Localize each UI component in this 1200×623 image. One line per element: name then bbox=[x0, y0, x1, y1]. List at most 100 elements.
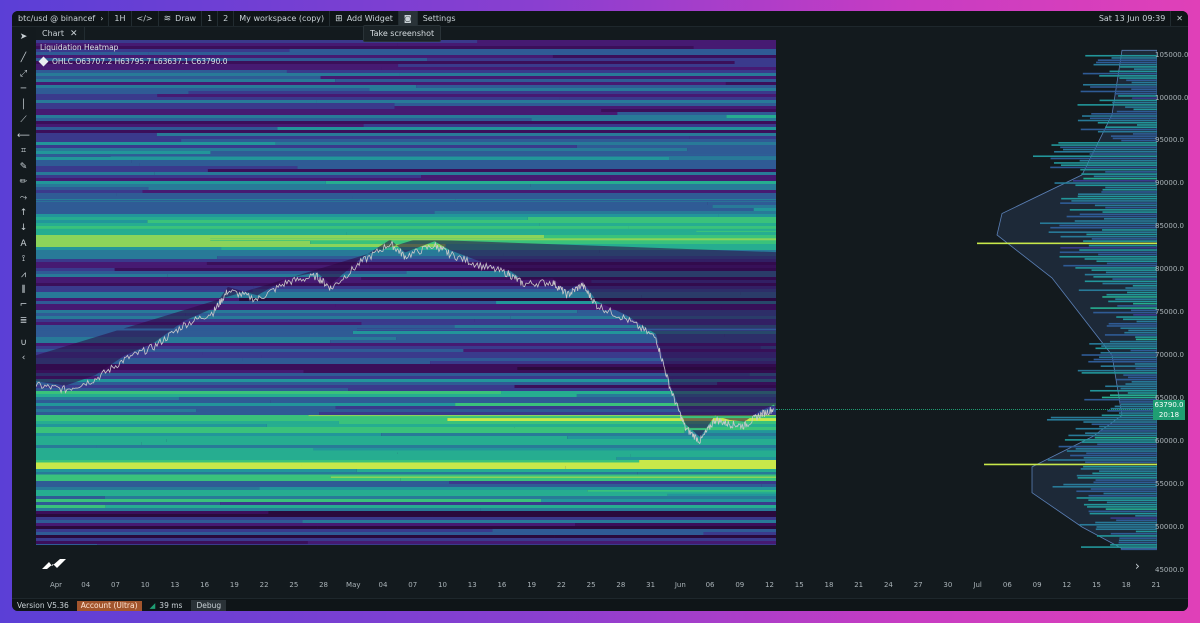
heat-band bbox=[36, 319, 475, 322]
profile-bar bbox=[1060, 235, 1157, 238]
time-tick: Apr bbox=[49, 581, 63, 589]
account-badge[interactable]: Account (Ultra) bbox=[76, 600, 142, 611]
horizontal-line-icon[interactable]: ─ bbox=[17, 82, 30, 95]
layers-icon: ≋ bbox=[163, 13, 172, 24]
fib-icon[interactable]: ⫼ bbox=[17, 283, 30, 296]
profile-bar bbox=[1097, 130, 1157, 133]
arrow-up-icon[interactable]: ↑ bbox=[17, 206, 30, 219]
time-tick: 10 bbox=[438, 581, 447, 589]
layout-2-button[interactable]: 2 bbox=[218, 11, 235, 26]
profile-bar bbox=[1079, 159, 1157, 162]
heat-band bbox=[36, 52, 149, 55]
price-axis[interactable]: 105000.0 100000.0 95000.0 90000.0 85000.0 800… bbox=[1152, 35, 1188, 575]
chevron-right-icon[interactable]: › bbox=[1135, 559, 1140, 573]
profile-bar bbox=[1054, 182, 1157, 184]
profile-bar bbox=[1103, 217, 1157, 220]
tab-chart[interactable]: Chart ✕ bbox=[36, 27, 85, 40]
trendline-icon[interactable]: ╱ bbox=[17, 51, 30, 64]
workspace-selector[interactable]: My workspace (copy) bbox=[234, 11, 331, 26]
heat-band bbox=[36, 505, 106, 508]
profile-bar bbox=[1076, 474, 1157, 477]
heat-band bbox=[36, 217, 528, 220]
heat-band bbox=[220, 502, 776, 505]
rectangle-icon[interactable]: ⌗ bbox=[17, 144, 30, 157]
measure-icon[interactable]: ⟟ bbox=[17, 252, 30, 265]
profile-bar bbox=[1097, 121, 1157, 124]
profile-bar bbox=[1053, 162, 1157, 164]
heat-band bbox=[188, 91, 776, 94]
vertical-line-icon[interactable]: │ bbox=[17, 98, 30, 111]
heat-band bbox=[480, 508, 776, 511]
code-icon[interactable]: </> bbox=[132, 11, 159, 26]
timeframe-button[interactable]: 1H bbox=[109, 11, 132, 26]
settings-button[interactable]: Settings bbox=[418, 11, 461, 26]
profile-bar bbox=[1059, 224, 1157, 227]
path-icon[interactable]: ⤳ bbox=[17, 191, 30, 204]
heat-band bbox=[36, 268, 115, 271]
profile-bar bbox=[1105, 385, 1157, 388]
pencil-icon[interactable]: ✏ bbox=[17, 175, 30, 188]
arrow-down-icon[interactable]: ↓ bbox=[17, 221, 30, 234]
heat-band bbox=[36, 532, 704, 535]
text-icon[interactable]: A bbox=[17, 237, 30, 250]
profile-bar bbox=[1069, 209, 1157, 211]
heat-band bbox=[36, 535, 555, 538]
symbol-selector[interactable]: btc/usd @ binancef › bbox=[12, 11, 110, 26]
profile-bar bbox=[1081, 441, 1157, 443]
profile-bar bbox=[1101, 191, 1157, 193]
profile-bar bbox=[1109, 70, 1157, 73]
time-tick: 18 bbox=[1121, 581, 1131, 589]
profile-bar bbox=[1095, 347, 1157, 350]
profile-bar bbox=[1099, 430, 1157, 432]
horizontal-ray-icon[interactable]: ⟵ bbox=[17, 129, 30, 142]
heat-band bbox=[36, 517, 577, 520]
heat-band bbox=[275, 142, 776, 145]
profile-bar bbox=[1085, 432, 1157, 434]
profile-bar bbox=[1094, 436, 1157, 439]
time-axis[interactable]: Apr 04 07 10 13 16 19 22 25 28 May 04 07 10 13 16 19 22 25… bbox=[36, 581, 1161, 593]
heat-band bbox=[669, 157, 776, 160]
projection-icon[interactable]: ⌐ bbox=[17, 298, 30, 311]
heat-band bbox=[36, 91, 189, 94]
brush-icon[interactable]: ✎ bbox=[17, 160, 30, 173]
ray-icon[interactable]: ⤢ bbox=[17, 67, 30, 80]
draw-button[interactable]: ≋ Draw bbox=[159, 11, 203, 26]
profile-bar bbox=[1050, 226, 1157, 229]
profile-bar bbox=[1093, 481, 1157, 484]
heat-band bbox=[36, 403, 456, 406]
time-tick: 28 bbox=[616, 581, 626, 589]
time-tick: 07 bbox=[408, 581, 418, 589]
heat-band bbox=[36, 274, 168, 277]
screenshot-button[interactable]: ◙ bbox=[398, 11, 418, 26]
profile-bar bbox=[1092, 472, 1157, 475]
version-label: Version V5.36 bbox=[17, 601, 69, 610]
heat-band bbox=[36, 298, 240, 301]
layout-1-button[interactable]: 1 bbox=[202, 11, 219, 26]
diagonal-line-icon[interactable]: ⟋ bbox=[17, 113, 30, 126]
profile-bar bbox=[1071, 200, 1157, 202]
heat-band bbox=[36, 301, 497, 304]
cursor-icon[interactable]: ➤ bbox=[17, 30, 30, 43]
close-icon[interactable]: ✕ bbox=[1170, 11, 1188, 26]
heat-band bbox=[36, 310, 578, 313]
add-widget-button[interactable]: ⊞ Add Widget bbox=[330, 11, 399, 26]
heat-band bbox=[36, 148, 688, 151]
magnet-icon[interactable]: ∪ bbox=[17, 336, 30, 349]
heat-band bbox=[166, 439, 776, 442]
liquidation-heatmap[interactable] bbox=[36, 40, 776, 545]
heat-band bbox=[575, 523, 776, 526]
liquidation-level bbox=[36, 154, 776, 157]
heat-band bbox=[36, 373, 750, 376]
price-tick: 60000.0 bbox=[1155, 437, 1184, 446]
pattern-icon[interactable]: ⩘ bbox=[17, 268, 30, 281]
levels-icon[interactable]: ≣ bbox=[17, 314, 30, 327]
heat-band bbox=[36, 541, 308, 544]
collapse-icon[interactable]: ‹ bbox=[17, 351, 30, 364]
heat-band bbox=[541, 499, 776, 502]
heat-band bbox=[36, 202, 708, 205]
profile-bar bbox=[1079, 249, 1157, 251]
debug-button[interactable]: Debug bbox=[191, 600, 227, 611]
profile-bar bbox=[1075, 427, 1157, 430]
profile-bar bbox=[1060, 202, 1157, 204]
tab-close-icon[interactable]: ✕ bbox=[70, 29, 78, 39]
